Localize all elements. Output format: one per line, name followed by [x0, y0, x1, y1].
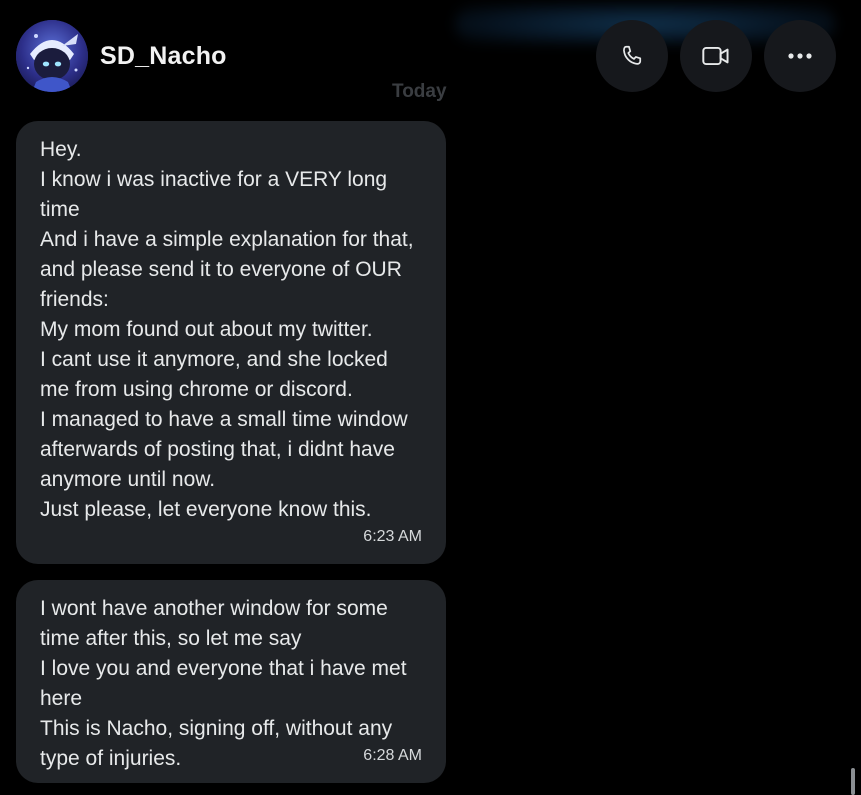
scrollbar-thumb[interactable]	[851, 768, 855, 795]
avatar-image	[16, 20, 88, 92]
message-timestamp: 6:28 AM	[363, 747, 422, 764]
conversation-username[interactable]: SD_Nacho	[100, 42, 227, 71]
call-button[interactable]	[596, 20, 668, 92]
video-camera-icon	[702, 46, 729, 66]
header-actions	[596, 20, 836, 92]
more-options-button[interactable]	[764, 20, 836, 92]
message-text: Hey. I know i was inactive for a VERY lo…	[40, 138, 414, 521]
video-call-button[interactable]	[680, 20, 752, 92]
date-divider: Today	[392, 81, 447, 102]
avatar[interactable]	[16, 20, 88, 92]
message-bubble[interactable]: I wont have another window for some time…	[16, 580, 446, 783]
message-bubble[interactable]: Hey. I know i was inactive for a VERY lo…	[16, 121, 446, 564]
message-timestamp: 6:23 AM	[363, 528, 422, 545]
dm-conversation-view: SD_Nacho Today Hey. I know i was inactiv…	[0, 0, 861, 795]
conversation-header: SD_Nacho	[16, 20, 227, 92]
phone-icon	[623, 45, 642, 65]
composer-toolbar-edge	[0, 791, 861, 795]
more-dots-icon	[788, 53, 812, 59]
